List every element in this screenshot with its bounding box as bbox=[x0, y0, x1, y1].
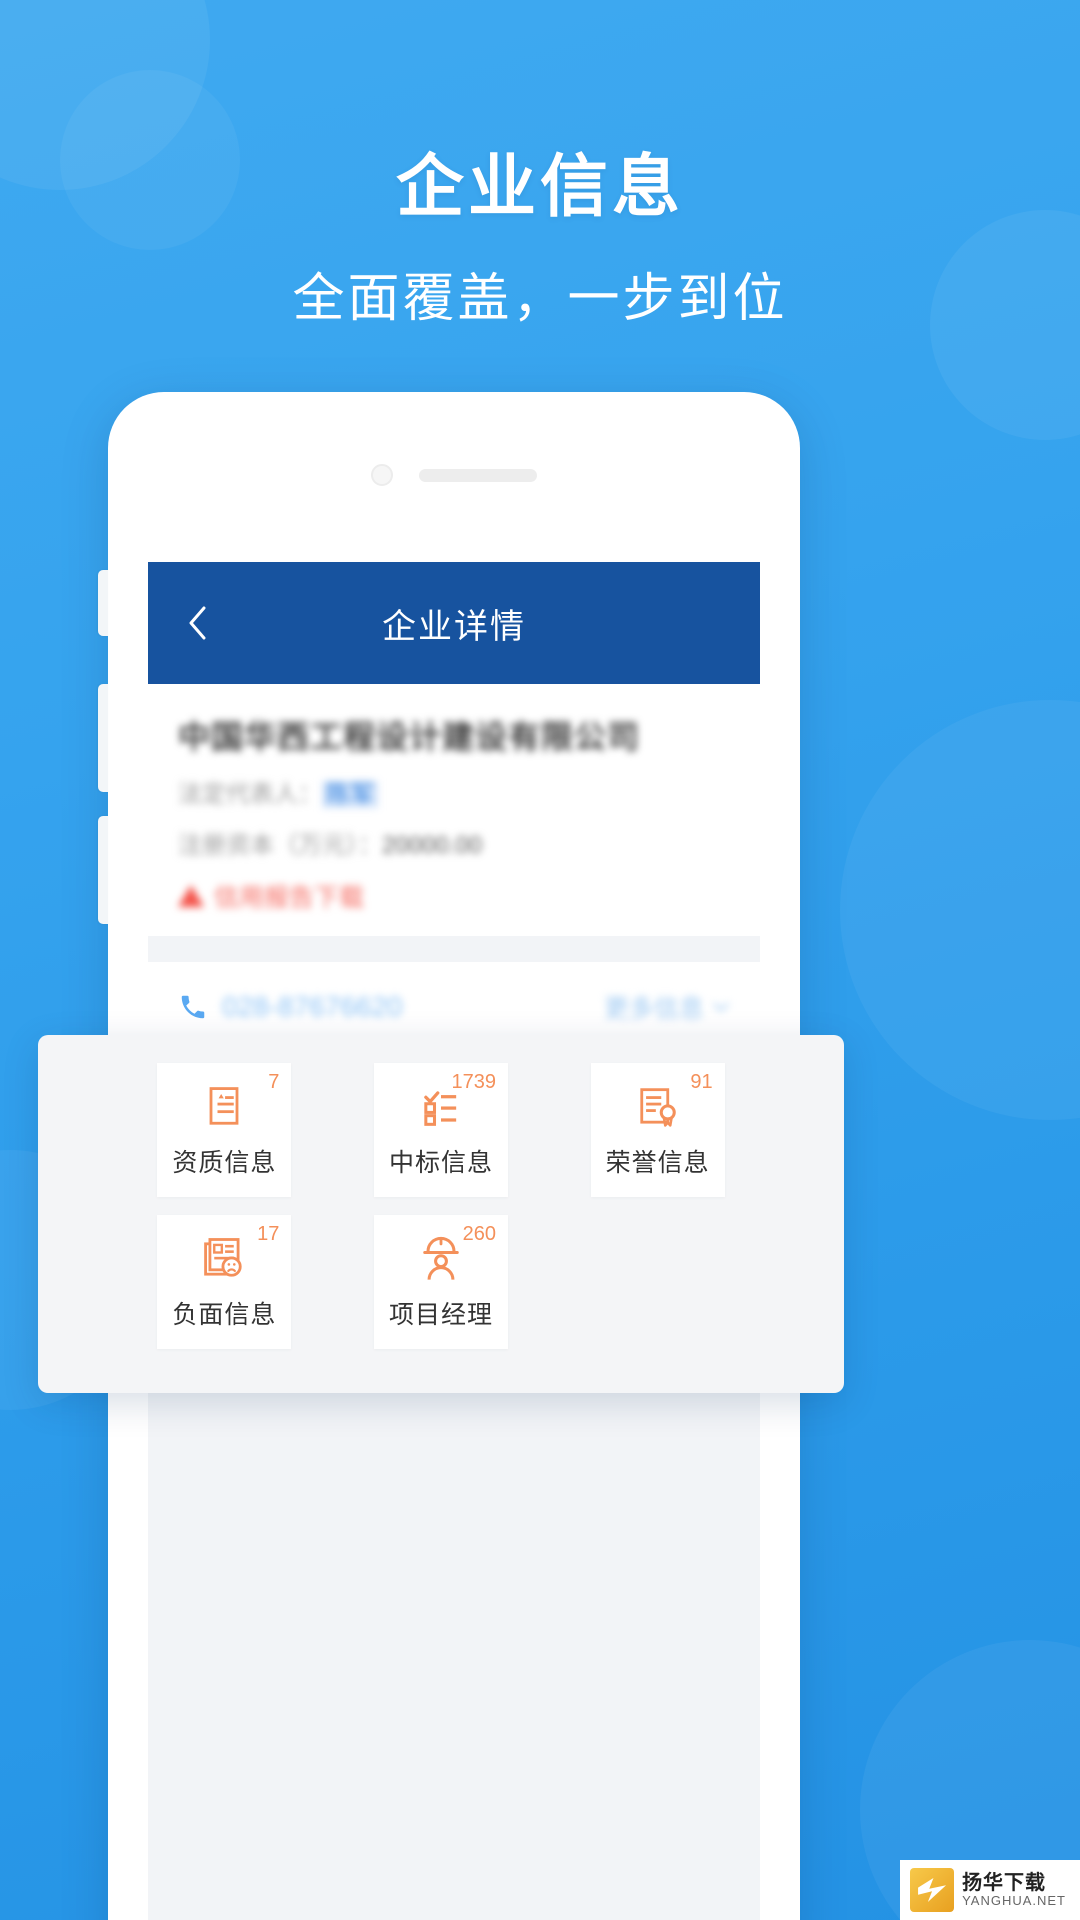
phone-speaker-area bbox=[108, 464, 800, 486]
feature-card-count: 1739 bbox=[451, 1071, 496, 1093]
earpiece-grille bbox=[419, 468, 537, 482]
phone-group[interactable]: 028-87676620 bbox=[178, 991, 403, 1023]
helmet-worker-icon bbox=[423, 1236, 459, 1280]
more-info-label: 更多信息 bbox=[603, 995, 704, 1023]
negative-news-icon bbox=[204, 1238, 242, 1277]
feature-card-label: 资质信息 bbox=[172, 1149, 277, 1177]
site-watermark: 扬华下载 YANGHUA.NET bbox=[900, 1860, 1080, 1920]
feature-card-count: 91 bbox=[690, 1071, 713, 1093]
chevron-left-icon[interactable] bbox=[180, 606, 214, 640]
feature-cell: 1739 中标信息 bbox=[333, 1063, 550, 1197]
feature-overlay-panel: 7 资质信息 1739 中标信息 91 荣誉信息 17 负面信息 260 项目经… bbox=[38, 1035, 844, 1393]
watermark-en: YANGHUA.NET bbox=[962, 1892, 1066, 1908]
feature-cell: 7 资质信息 bbox=[116, 1063, 333, 1197]
registered-capital-row: 注册资本（万元）：20000.00 bbox=[178, 825, 730, 860]
section-divider bbox=[148, 936, 760, 962]
company-name: 中国华西工程设计建设有限公司 bbox=[178, 719, 641, 755]
legal-representative-label: 法定代表人： bbox=[178, 781, 322, 808]
promo-headline: 企业信息 全面覆盖，一步到位 bbox=[0, 148, 1080, 331]
registered-capital-label: 注册资本（万元）： bbox=[178, 832, 382, 859]
page-title: 企业详情 bbox=[382, 607, 526, 646]
phone-number: 028-87676620 bbox=[222, 991, 403, 1022]
feature-card-label: 荣誉信息 bbox=[605, 1149, 710, 1177]
feature-card-label: 项目经理 bbox=[388, 1301, 493, 1329]
feature-card-count: 17 bbox=[257, 1223, 280, 1245]
phone-side-button-volume-down bbox=[98, 816, 108, 924]
phone-icon bbox=[181, 995, 205, 1019]
feature-card-grid: 7 资质信息 1739 中标信息 91 荣誉信息 17 负面信息 260 项目经… bbox=[38, 1063, 844, 1349]
certificate-document-icon bbox=[209, 1087, 239, 1125]
decor-circle-3 bbox=[840, 700, 1080, 1120]
front-camera-icon bbox=[371, 464, 393, 486]
registered-capital-value: 20000.00 bbox=[382, 832, 483, 859]
promo-screenshot: 企业信息 全面覆盖，一步到位 企业详情 中国华西工程设计建设有限公司 法定代表人… bbox=[0, 0, 1080, 1920]
feature-card-label: 负面信息 bbox=[172, 1301, 277, 1329]
watermark-text: 扬华下载 YANGHUA.NET bbox=[962, 1872, 1066, 1908]
app-navbar: 企业详情 bbox=[148, 562, 760, 684]
legal-representative-row: 法定代表人： 陈军 bbox=[178, 774, 730, 809]
lightning-logo-icon bbox=[910, 1868, 955, 1912]
feature-card-bid-winning[interactable]: 1739 中标信息 bbox=[373, 1063, 508, 1197]
phone-side-button-mute bbox=[98, 570, 108, 636]
watermark-cn: 扬华下载 bbox=[962, 1871, 1047, 1894]
feature-card-honor[interactable]: 91 荣誉信息 bbox=[590, 1063, 725, 1197]
credit-report-label: 信用报告下载 bbox=[214, 884, 365, 912]
feature-card-count: 7 bbox=[268, 1071, 280, 1093]
feature-cell: 17 负面信息 bbox=[116, 1215, 333, 1349]
legal-representative-value[interactable]: 陈军 bbox=[322, 781, 378, 808]
warning-triangle-icon bbox=[178, 885, 204, 907]
feature-cell: 91 荣誉信息 bbox=[549, 1063, 766, 1197]
feature-cell: 260 项目经理 bbox=[333, 1215, 550, 1349]
more-info-toggle[interactable]: 更多信息 bbox=[604, 989, 730, 1025]
promo-subtitle: 全面覆盖，一步到位 bbox=[292, 270, 788, 329]
promo-title: 企业信息 bbox=[395, 149, 684, 225]
chevron-down-icon bbox=[713, 1003, 729, 1012]
feature-card-label: 中标信息 bbox=[388, 1149, 493, 1177]
feature-card-negative[interactable]: 17 负面信息 bbox=[157, 1215, 292, 1349]
phone-side-button-volume-up bbox=[98, 684, 108, 792]
feature-card-project-manager[interactable]: 260 项目经理 bbox=[373, 1215, 508, 1349]
company-summary-card: 中国华西工程设计建设有限公司 法定代表人： 陈军 注册资本（万元）：20000.0… bbox=[148, 684, 760, 936]
award-document-icon bbox=[639, 1088, 676, 1127]
feature-card-count: 260 bbox=[462, 1223, 496, 1245]
credit-report-row[interactable]: 信用报告下载 bbox=[178, 878, 730, 914]
feature-card-qualification[interactable]: 7 资质信息 bbox=[157, 1063, 292, 1197]
